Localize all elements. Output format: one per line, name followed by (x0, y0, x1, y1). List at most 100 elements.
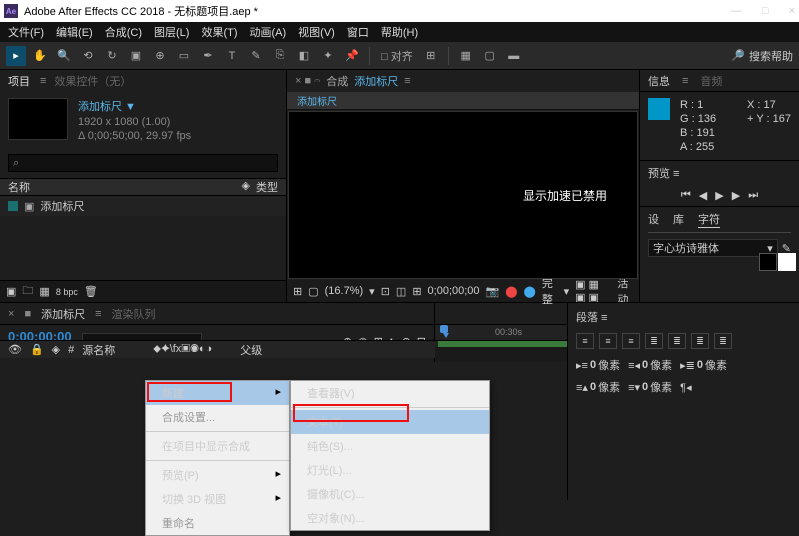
res-icon[interactable]: ⊡ (381, 285, 390, 298)
brush-tool[interactable]: ✎ (246, 46, 266, 66)
menu-composition[interactable]: 合成(C) (101, 24, 146, 40)
menu-view[interactable]: 视图(V) (294, 24, 339, 40)
snapshot-icon[interactable]: 📷 (486, 285, 500, 298)
stroke-swatch[interactable] (778, 253, 796, 271)
next-frame-button[interactable]: ▶ (732, 189, 740, 202)
folder-icon[interactable]: ▣ (6, 285, 16, 298)
ctx-show-in-project[interactable]: 在项目中显示合成 (146, 434, 289, 458)
ctx-solid[interactable]: 纯色(S)... (291, 434, 489, 458)
audio-tab[interactable]: 音频 (700, 73, 722, 89)
menu-file[interactable]: 文件(F) (4, 24, 48, 40)
roto-tool[interactable]: ✦ (318, 46, 338, 66)
hand-tool[interactable]: ✋ (30, 46, 50, 66)
justify-left[interactable]: ≣ (645, 333, 663, 349)
playhead[interactable] (438, 325, 450, 339)
channel-icon[interactable]: ⬤ (505, 285, 517, 298)
ctx-camera[interactable]: 摄像机(C)... (291, 482, 489, 506)
maximize-button[interactable]: □ (762, 5, 769, 17)
zoom-tool[interactable]: 🔍 (54, 46, 74, 66)
play-button[interactable]: ▶ (715, 189, 723, 202)
comp-breadcrumb[interactable]: 添加标尺 (287, 92, 639, 110)
project-search[interactable]: ⌕ (8, 154, 278, 172)
orbit-tool[interactable]: ⟲ (78, 46, 98, 66)
indent-first[interactable]: ≡◂ 0 像素 (628, 357, 672, 373)
eye-icon[interactable]: 👁 (8, 343, 22, 356)
ctx-preview[interactable]: 预览(P)▸ (146, 463, 289, 487)
grid-icon[interactable]: ⊞ (293, 285, 302, 298)
comp-tab-menu-icon[interactable]: ≡ (404, 75, 410, 87)
ctx-viewer[interactable]: 查看器(V) (291, 381, 489, 405)
source-name-header[interactable]: 源名称 (82, 342, 115, 358)
menu-edit[interactable]: 编辑(E) (52, 24, 97, 40)
shape-tool[interactable]: ▭ (174, 46, 194, 66)
eraser-tool[interactable]: ◧ (294, 46, 314, 66)
effects-tab[interactable]: 效果控件（无） (54, 73, 131, 89)
col-name-header[interactable]: 名称 (8, 179, 30, 195)
new-comp-icon[interactable]: ▦ (39, 285, 49, 298)
snap-icon[interactable]: ⊞ (421, 46, 441, 66)
tl-close[interactable]: × (8, 308, 14, 320)
justify-right[interactable]: ≣ (691, 333, 709, 349)
text-tool[interactable]: T (222, 46, 242, 66)
ctx-rename[interactable]: 重命名 (146, 511, 289, 535)
ctx-null[interactable]: 空对象(N)... (291, 506, 489, 530)
info-tab-menu-icon[interactable]: ≡ (682, 75, 688, 87)
tool-b[interactable]: ▢ (480, 46, 500, 66)
last-frame-button[interactable]: ⏭ (748, 189, 758, 202)
tool-a[interactable]: ▦ (456, 46, 476, 66)
puppet-tool[interactable]: 📌 (342, 46, 362, 66)
resolution-icon[interactable]: ▢ (308, 285, 318, 298)
justify-all[interactable]: ≣ (714, 333, 732, 349)
close-button[interactable]: × (789, 5, 795, 17)
view-icons[interactable]: ▣ ▦ ▣ ▣ (575, 278, 611, 304)
ctx-switch-3d[interactable]: 切换 3D 视图▸ (146, 487, 289, 511)
parent-header[interactable]: 父级 (240, 342, 262, 358)
render-queue-tab[interactable]: 渲染队列 (112, 306, 156, 322)
tl-comp-tab[interactable]: 添加标尺 (41, 306, 85, 322)
project-tab[interactable]: 项目 (8, 73, 30, 89)
prev-frame-button[interactable]: ◀ (699, 189, 707, 202)
rotate-tool[interactable]: ↻ (102, 46, 122, 66)
pan-behind-tool[interactable]: ⊕ (150, 46, 170, 66)
camera-tool[interactable]: ▣ (126, 46, 146, 66)
menu-animation[interactable]: 动画(A) (246, 24, 291, 40)
mask-icon[interactable]: ◫ (396, 285, 406, 298)
time-display[interactable]: 0;00;00;00 (428, 285, 480, 297)
comp-viewer[interactable]: 显示加速已禁用 (288, 111, 638, 279)
menu-help[interactable]: 帮助(H) (377, 24, 422, 40)
indent-right[interactable]: ▸≣ 0 像素 (680, 357, 727, 373)
project-item[interactable]: ▣ 添加标尺 (0, 196, 286, 216)
snap-toggle[interactable]: □ 对齐 (377, 48, 417, 64)
fill-swatch[interactable] (759, 253, 777, 271)
col-type-header[interactable]: 类型 (256, 179, 278, 195)
align-center[interactable]: ≡ (599, 333, 617, 349)
char-tab-1[interactable]: 设 (648, 211, 659, 228)
clone-tool[interactable]: ⎘ (270, 46, 290, 66)
rtl-toggle[interactable]: ¶◂ (680, 379, 691, 395)
color-icon[interactable]: ⬤ (524, 285, 536, 298)
project-tab-menu-icon[interactable]: ≡ (40, 75, 46, 87)
tl-tab-menu-icon[interactable]: ≡ (95, 308, 101, 320)
minimize-button[interactable]: — (731, 5, 742, 17)
new-folder-icon[interactable]: 🗀 (22, 282, 33, 301)
trash-icon[interactable]: 🗑 (84, 285, 98, 298)
menu-effect[interactable]: 效果(T) (197, 24, 241, 40)
space-before[interactable]: ≡▴ 0 像素 (576, 379, 620, 395)
info-tab[interactable]: 信息 (648, 73, 670, 89)
justify-center[interactable]: ≣ (668, 333, 686, 349)
menu-layer[interactable]: 图层(L) (150, 24, 193, 40)
align-left[interactable]: ≡ (576, 333, 594, 349)
first-frame-button[interactable]: ⏮ (681, 189, 691, 202)
space-after[interactable]: ≡▾ 0 像素 (628, 379, 672, 395)
ctx-light[interactable]: 灯光(L)... (291, 458, 489, 482)
zoom-dropdown[interactable]: (16.7%) (325, 285, 364, 297)
selection-tool[interactable]: ▸ (6, 46, 26, 66)
char-tab-3[interactable]: 字符 (698, 211, 720, 228)
pen-tool[interactable]: ✒ (198, 46, 218, 66)
tool-c[interactable]: ▬ (504, 46, 524, 66)
comp-tab-name[interactable]: 添加标尺 (354, 73, 398, 89)
guides-icon[interactable]: ⊞ (412, 285, 421, 298)
char-tab-2[interactable]: 库 (673, 211, 684, 228)
align-right[interactable]: ≡ (622, 333, 640, 349)
menu-window[interactable]: 窗口 (343, 24, 373, 40)
